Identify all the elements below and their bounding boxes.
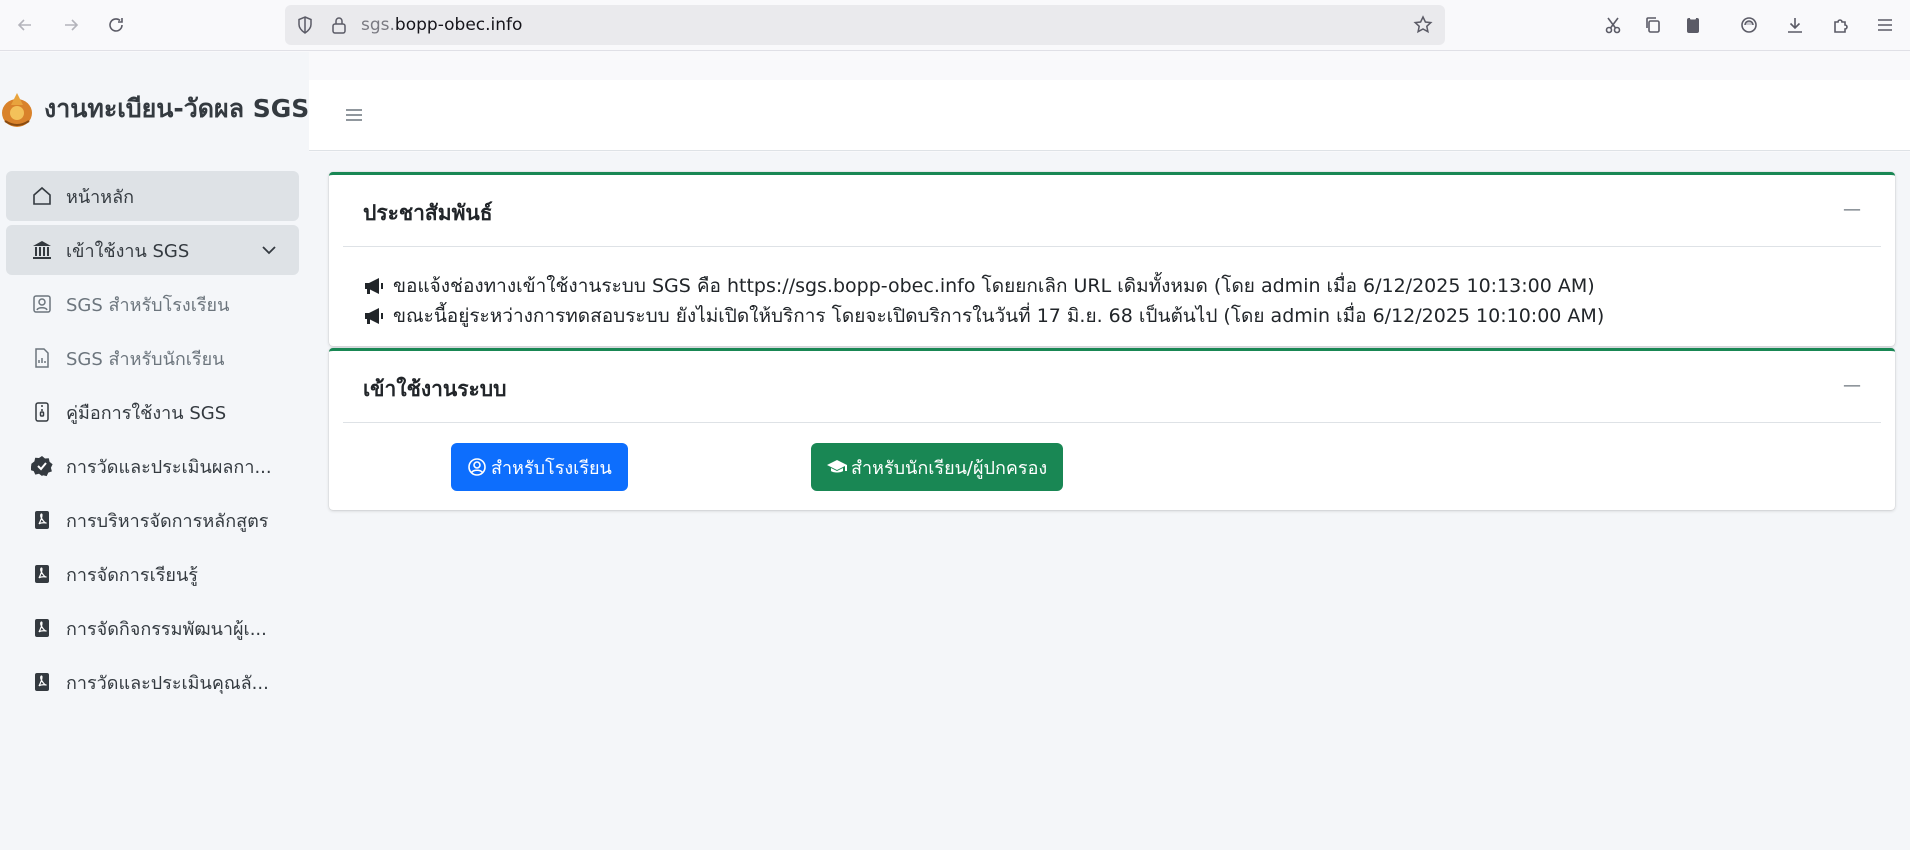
school-login-button[interactable]: สำหรับโรงเรียน	[451, 443, 628, 491]
sidebar-item-manual[interactable]: คู่มือการใช้งาน SGS	[6, 387, 299, 437]
student-login-button[interactable]: สำหรับนักเรียน/ผู้ปกครอง	[811, 443, 1064, 491]
sidebar-item-home[interactable]: หน้าหลัก	[6, 171, 299, 221]
login-header: เข้าใช้งานระบบ —	[343, 351, 1881, 423]
sidebar-toggle-icon[interactable]	[343, 104, 365, 126]
back-button[interactable]	[8, 8, 42, 42]
extensions-button[interactable]	[1824, 8, 1858, 42]
sidebar-item-sgs-student[interactable]: SGS สำหรับนักเรียน	[6, 333, 299, 383]
sidebar-item-label: การวัดและประเมินคุณลั...	[66, 672, 269, 694]
copy-icon	[1646, 17, 1660, 33]
arrow-left-icon	[17, 19, 31, 31]
collapse-icon[interactable]: —	[1843, 201, 1861, 219]
sidebar-item-curriculum[interactable]: การบริหารจัดการหลักสูตร	[6, 495, 299, 545]
url-text[interactable]: sgs.bopp-obec.info	[361, 15, 522, 35]
file-pdf-icon	[30, 670, 54, 694]
reload-button[interactable]	[99, 8, 133, 42]
sidebar-item-label: การวัดและประเมินผลกา...	[66, 456, 272, 478]
brand-link[interactable]: งานทะเบียน-วัดผล SGS	[0, 80, 309, 138]
sidebar-item-label: การจัดกิจกรรมพัฒนาผู้เ...	[66, 618, 267, 640]
school-login-label: สำหรับโรงเรียน	[491, 457, 612, 479]
clipboard-icon	[1687, 16, 1699, 33]
brand-title: งานทะเบียน-วัดผล SGS	[44, 94, 310, 123]
login-buttons: สำหรับโรงเรียน สำหรับนักเรียน/ผู้ปกครอง	[329, 423, 1895, 511]
paste-button[interactable]	[1676, 8, 1710, 42]
sidebar: งานทะเบียน-วัดผล SGS หน้าหลัก เข้าใช้งาน…	[0, 52, 309, 850]
file-zip-icon	[30, 400, 54, 424]
announcement-item: ขณะนี้อยู่ระหว่างการทดสอบระบบ ยังไม่เปิด…	[363, 301, 1895, 331]
sidebar-item-learning[interactable]: การจัดการเรียนรู้	[6, 549, 299, 599]
sidebar-item-sgs-access[interactable]: เข้าใช้งาน SGS	[6, 225, 299, 275]
extension-icon	[1741, 17, 1757, 33]
file-pdf-icon	[30, 562, 54, 586]
sidebar-item-label: SGS สำหรับโรงเรียน	[66, 294, 230, 316]
cut-button[interactable]	[1596, 8, 1630, 42]
browser-toolbar: sgs.bopp-obec.info	[0, 0, 1910, 51]
login-card: เข้าใช้งานระบบ — สำหรับโรงเรียน สำหรับนั…	[329, 348, 1895, 510]
copy-button[interactable]	[1636, 8, 1670, 42]
downloads-button[interactable]	[1778, 8, 1812, 42]
file-pdf-icon	[30, 616, 54, 640]
sidebar-item-label: การจัดการเรียนรู้	[66, 564, 198, 586]
shield-icon	[298, 16, 312, 34]
announcements-card: ประชาสัมพันธ์ — ขอแจ้งช่องทางเข้าใช้งานร…	[329, 172, 1895, 346]
url-subdomain: sgs.	[361, 15, 395, 35]
announcement-text: ขอแจ้งช่องทางเข้าใช้งานระบบ SGS คือ http…	[393, 275, 1595, 297]
top-navbar	[309, 80, 1910, 151]
announcements-title: ประชาสัมพันธ์	[363, 201, 493, 225]
forward-button[interactable]	[54, 8, 88, 42]
school-logo-icon	[0, 88, 34, 130]
sidebar-nav: หน้าหลัก เข้าใช้งาน SGS SGS สำหรับโรงเรี…	[6, 171, 299, 711]
scissors-icon	[1605, 17, 1621, 34]
file-pdf-icon	[30, 508, 54, 532]
sidebar-item-activities[interactable]: การจัดกิจกรรมพัฒนาผู้เ...	[6, 603, 299, 653]
sidebar-item-label: หน้าหลัก	[66, 186, 135, 208]
sidebar-item-label: SGS สำหรับนักเรียน	[66, 348, 225, 370]
chevron-down-icon	[262, 246, 276, 255]
arrow-right-icon	[65, 19, 79, 31]
announcements-header: ประชาสัมพันธ์ —	[343, 175, 1881, 247]
main-content: ประชาสัมพันธ์ — ขอแจ้งช่องทางเข้าใช้งานร…	[309, 152, 1910, 850]
sidebar-item-label: การบริหารจัดการหลักสูตร	[66, 510, 269, 532]
announcements-list: ขอแจ้งช่องทางเข้าใช้งานระบบ SGS คือ http…	[329, 247, 1895, 331]
patch-check-icon	[30, 454, 54, 478]
sidebar-item-characteristics[interactable]: การวัดและประเมินคุณลั...	[6, 657, 299, 707]
address-bar[interactable]: sgs.bopp-obec.info	[285, 5, 1445, 45]
hamburger-icon	[1878, 19, 1892, 31]
collapse-icon[interactable]: —	[1843, 377, 1861, 395]
house-icon	[30, 184, 54, 208]
megaphone-icon	[365, 278, 383, 294]
download-icon	[1788, 18, 1802, 33]
announcement-item: ขอแจ้งช่องทางเข้าใช้งานระบบ SGS คือ http…	[363, 271, 1895, 301]
login-title: เข้าใช้งานระบบ	[363, 377, 507, 401]
reload-icon	[109, 18, 123, 32]
extension-button[interactable]	[1732, 8, 1766, 42]
puzzle-icon	[1834, 19, 1848, 33]
person-circle-icon	[468, 458, 486, 476]
announcement-text: ขณะนี้อยู่ระหว่างการทดสอบระบบ ยังไม่เปิด…	[393, 305, 1605, 327]
student-login-label: สำหรับนักเรียน/ผู้ปกครอง	[851, 457, 1048, 479]
bank-icon	[30, 238, 54, 262]
menu-button[interactable]	[1868, 8, 1902, 42]
sidebar-item-label: คู่มือการใช้งาน SGS	[66, 402, 227, 424]
sidebar-item-assessment[interactable]: การวัดและประเมินผลกา...	[6, 441, 299, 491]
megaphone-icon	[365, 308, 383, 324]
sidebar-item-label: เข้าใช้งาน SGS	[66, 240, 190, 262]
url-domain: bopp-obec.info	[394, 15, 523, 35]
lock-icon[interactable]	[329, 15, 349, 35]
mortarboard-icon	[827, 460, 847, 473]
star-icon[interactable]	[1413, 15, 1433, 35]
sidebar-item-sgs-school[interactable]: SGS สำหรับโรงเรียน	[6, 279, 299, 329]
chart-file-icon	[30, 346, 54, 370]
person-badge-icon	[30, 292, 54, 316]
